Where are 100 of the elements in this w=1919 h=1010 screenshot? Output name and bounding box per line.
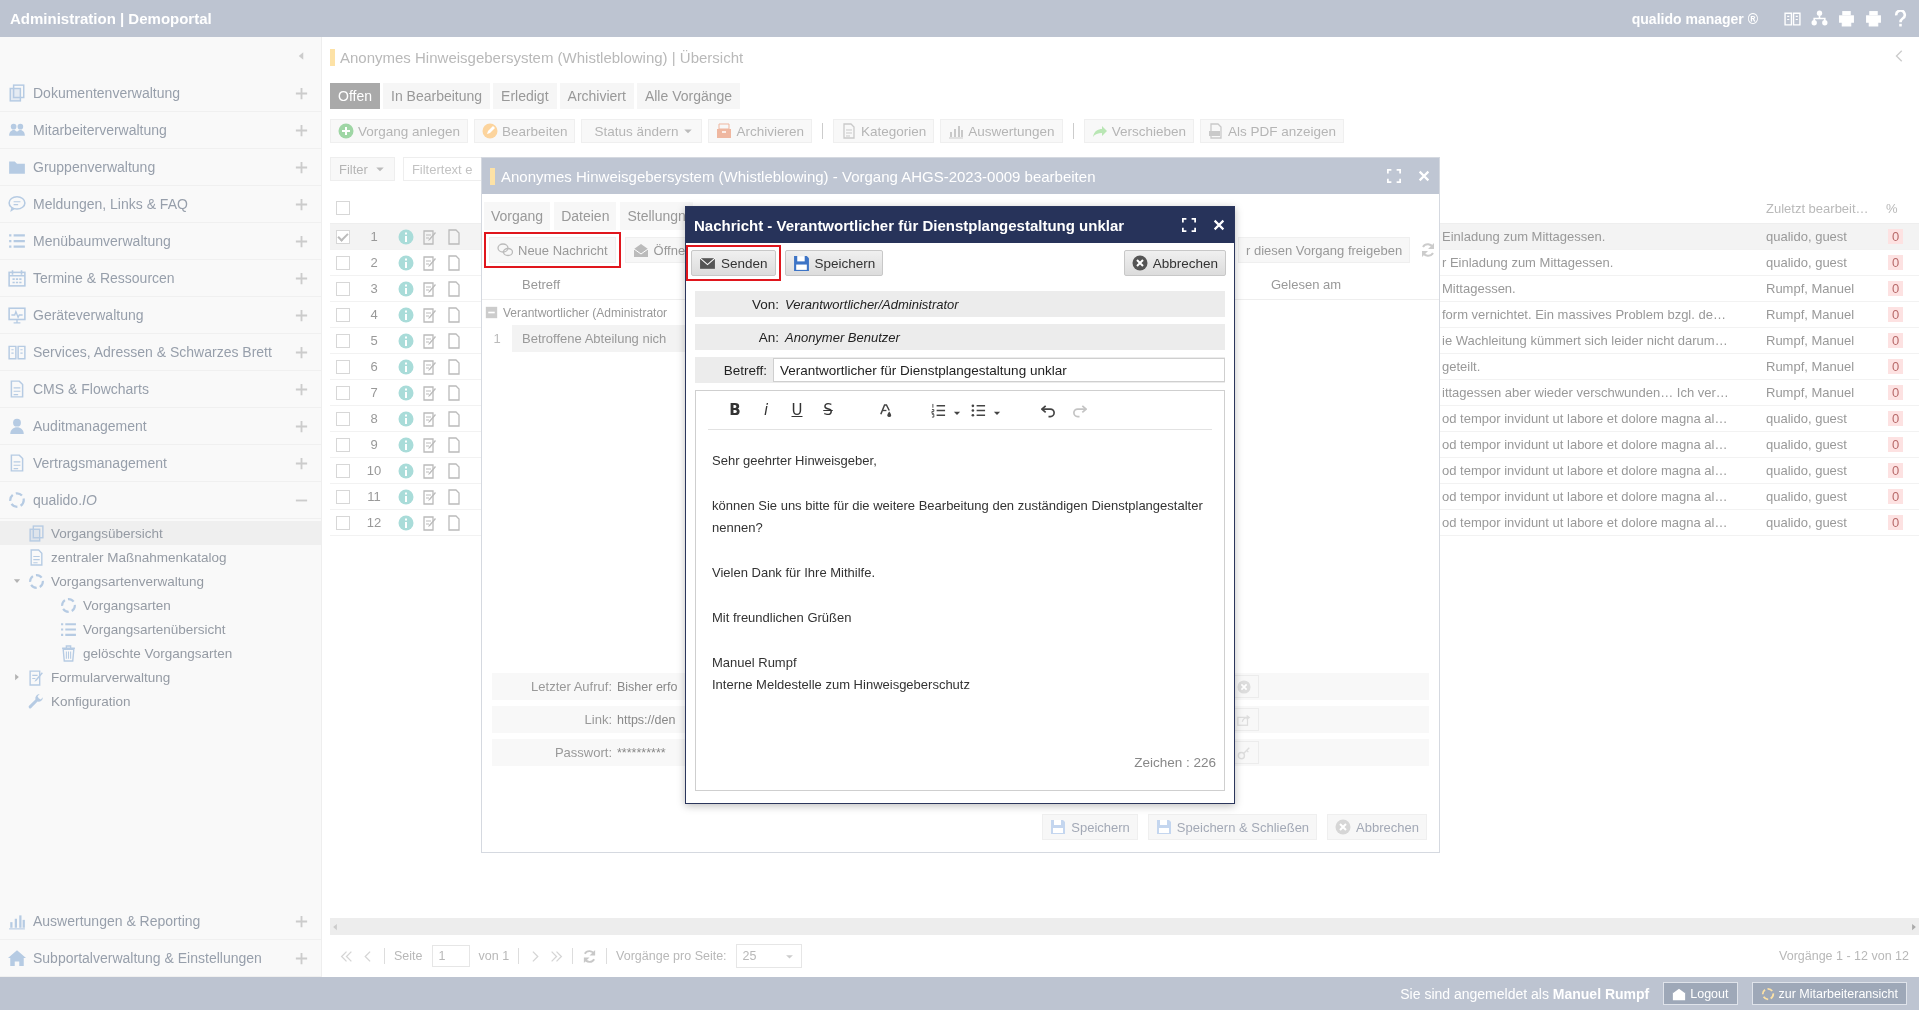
edit-icon[interactable] [422, 436, 438, 453]
toolbar-button[interactable]: Bearbeiten [474, 119, 576, 143]
page-icon[interactable] [446, 462, 462, 479]
info-icon[interactable] [398, 254, 414, 271]
edit-icon[interactable] [422, 254, 438, 271]
toolbar-button[interactable]: Öffne [624, 237, 686, 263]
scrollbar[interactable] [330, 918, 1919, 935]
maximize-icon[interactable] [1182, 218, 1196, 232]
page-icon[interactable] [446, 306, 462, 323]
toolbar-button[interactable]: Als PDF anzeigen [1199, 119, 1344, 143]
tree-item[interactable]: Vorgangsübersicht [0, 521, 321, 545]
edit-icon[interactable] [422, 306, 438, 323]
checkbox[interactable] [336, 411, 350, 426]
edit-icon[interactable] [422, 462, 438, 479]
plus-icon[interactable] [294, 233, 309, 249]
checkbox[interactable] [336, 515, 350, 530]
tab[interactable]: Stellungn [620, 202, 693, 230]
toolbar-button[interactable]: Senden [691, 250, 776, 276]
menu-item[interactable]: Menübaumverwaltung [0, 223, 321, 260]
plus-icon[interactable] [294, 122, 309, 138]
toolbar-button[interactable]: Auswertungen [940, 119, 1063, 143]
edit-icon[interactable] [422, 410, 438, 427]
tab[interactable]: Vorgang [484, 202, 551, 230]
toolbar-button[interactable]: Kategorien [833, 119, 935, 143]
info-icon[interactable] [398, 436, 414, 453]
info-icon[interactable] [398, 488, 414, 505]
double-chevron-left-icon[interactable] [340, 949, 353, 963]
tab[interactable]: Erledigt [493, 83, 557, 109]
info-icon[interactable] [398, 306, 414, 323]
checkbox[interactable] [336, 201, 350, 215]
info-icon[interactable] [398, 462, 414, 479]
format-button[interactable]: S [817, 399, 839, 421]
menu-item[interactable]: Gruppenverwaltung [0, 149, 321, 186]
page-icon[interactable] [446, 228, 462, 245]
info-icon[interactable] [398, 358, 414, 375]
format-button[interactable]: U [786, 399, 808, 421]
help-icon[interactable] [1892, 10, 1909, 27]
tab[interactable]: Alle Vorgänge [636, 83, 741, 109]
info-icon[interactable] [398, 332, 414, 349]
tree-item[interactable]: gelöschte Vorgangsarten [0, 641, 321, 665]
column-header[interactable]: Zuletzt bearbeit… [1766, 200, 1869, 216]
page-icon[interactable] [446, 410, 462, 427]
toolbar-button[interactable]: Verschieben [1083, 119, 1194, 143]
checkbox[interactable] [336, 229, 350, 244]
edit-icon[interactable] [422, 228, 438, 245]
plus-icon[interactable] [294, 381, 309, 397]
checkbox[interactable] [336, 437, 350, 452]
book-icon[interactable] [1784, 10, 1801, 27]
tab[interactable]: Offen [330, 83, 380, 109]
cancel-button[interactable]: Abbrechen [1123, 250, 1226, 276]
bullet-list-icon[interactable] [971, 402, 986, 418]
plus-icon[interactable] [294, 418, 309, 434]
format-button[interactable]: B [724, 399, 746, 421]
tree-item[interactable]: Vorgangsarten [0, 593, 321, 617]
info-icon[interactable] [398, 514, 414, 531]
checkbox[interactable] [336, 489, 350, 504]
plus-icon[interactable] [294, 196, 309, 212]
info-icon[interactable] [398, 228, 414, 245]
info-icon[interactable] [398, 280, 414, 297]
toolbar-button[interactable]: Status ändern [581, 119, 703, 143]
refresh-icon[interactable] [582, 948, 598, 964]
edit-icon[interactable] [422, 280, 438, 297]
info-icon[interactable] [398, 410, 414, 427]
plus-icon[interactable] [294, 455, 309, 471]
dialog-button[interactable]: Speichern [1042, 814, 1138, 840]
checkbox[interactable] [336, 385, 350, 400]
page-icon[interactable] [446, 280, 462, 297]
tree-item[interactable]: Konfiguration [0, 689, 321, 713]
status-button[interactable]: zur Mitarbeiteransicht [1751, 982, 1907, 1005]
tree-item[interactable]: Vorgangsartenverwaltung [0, 569, 321, 593]
edit-icon[interactable] [422, 384, 438, 401]
page-icon[interactable] [446, 384, 462, 401]
tab[interactable]: Archiviert [559, 83, 634, 109]
plus-icon[interactable] [294, 344, 309, 360]
menu-item[interactable]: Geräteverwaltung [0, 297, 321, 334]
page-size-dropdown[interactable]: 25 [735, 944, 802, 968]
filter-dropdown[interactable]: Filter [330, 157, 395, 181]
plus-icon[interactable] [294, 270, 309, 286]
numbered-list-icon[interactable] [931, 402, 946, 418]
column-header[interactable]: Betreff [482, 276, 561, 292]
plus-icon[interactable] [294, 950, 309, 966]
toolbar-button[interactable]: Archivieren [708, 119, 812, 143]
collapse-icon[interactable] [485, 306, 498, 319]
page-icon[interactable] [446, 436, 462, 453]
edit-icon[interactable] [422, 514, 438, 531]
menu-item[interactable]: Vertragsmanagement [0, 445, 321, 482]
tab[interactable]: Dateien [554, 202, 617, 230]
printer-icon[interactable] [1865, 10, 1882, 27]
toolbar-button[interactable]: Neue Nachricht [489, 237, 616, 263]
page-field[interactable]: 1 [431, 945, 470, 967]
page-icon[interactable] [446, 488, 462, 505]
menu-item[interactable]: Auswertungen & Reporting [0, 903, 321, 940]
status-button[interactable]: Logout [1663, 982, 1738, 1005]
page-icon[interactable] [446, 332, 462, 349]
edit-icon[interactable] [422, 358, 438, 375]
tab[interactable]: In Bearbeitung [383, 83, 491, 109]
checkbox[interactable] [336, 307, 350, 322]
sitemap-icon[interactable] [1811, 10, 1828, 27]
checkbox[interactable] [336, 255, 350, 270]
column-header[interactable]: Gelesen am [1238, 276, 1342, 292]
